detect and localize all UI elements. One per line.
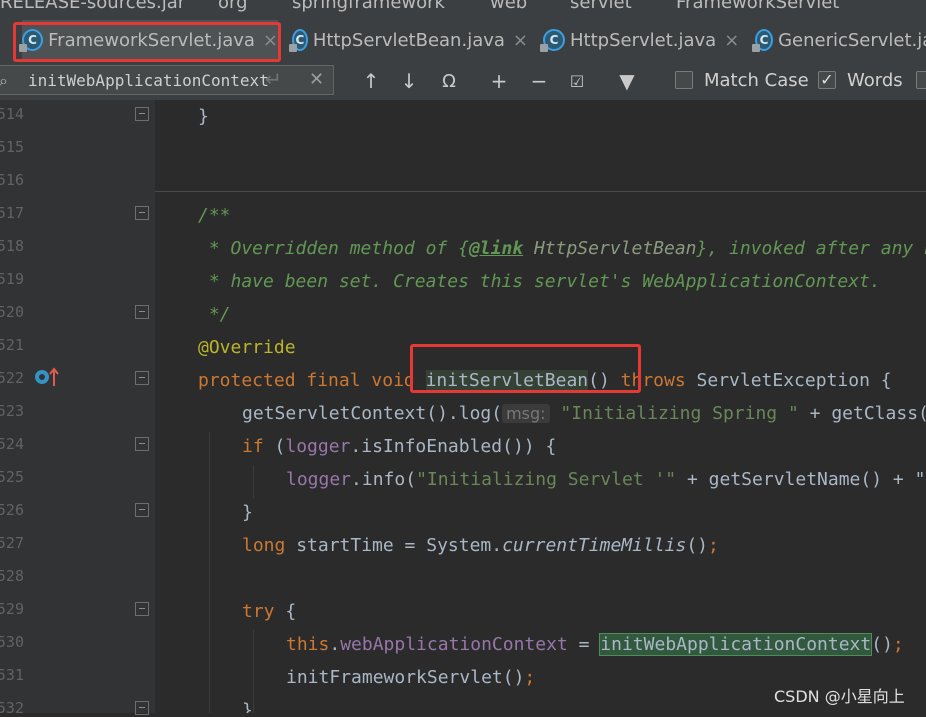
code-line: }: [242, 502, 253, 523]
line-number: 515: [0, 138, 24, 156]
breadcrumb-item[interactable]: org: [218, 0, 248, 13]
code-line: * Overridden method of {@link HttpServle…: [198, 238, 926, 259]
words-label[interactable]: Words: [847, 70, 903, 91]
line-number: 523: [0, 402, 24, 420]
code-line: * have been set. Creates this servlet's …: [198, 271, 881, 292]
tab-label: HttpServlet.java: [570, 29, 717, 51]
close-icon[interactable]: ×: [513, 30, 528, 51]
line-number: 528: [0, 567, 24, 585]
code-line: }: [198, 106, 209, 127]
add-occurrence-icon[interactable]: +: [484, 66, 514, 96]
line-number: 530: [0, 633, 24, 651]
words-checkbox[interactable]: ✓: [818, 71, 836, 89]
next-occurrence-icon[interactable]: ↓: [396, 66, 422, 96]
line-number: 514: [0, 105, 24, 123]
find-bar: ⌕ initWebApplicationContext ↵ ✕ ↑ ↓ Ω + …: [0, 62, 926, 101]
search-match[interactable]: initWebApplicationContext: [599, 633, 873, 656]
close-icon[interactable]: ×: [724, 30, 739, 51]
code-line: /**: [198, 205, 231, 226]
remove-occurrence-icon[interactable]: −: [524, 66, 554, 96]
match-case-label[interactable]: Match Case: [704, 70, 809, 91]
previous-occurrence-icon[interactable]: ↑: [358, 66, 384, 96]
code-line: */: [198, 304, 231, 325]
filter-icon[interactable]: ▼: [612, 66, 642, 96]
code-line: logger.info("Initializing Servlet '" + g…: [286, 469, 926, 490]
breadcrumb-item[interactable]: springframework: [292, 0, 445, 13]
tab-label: GenericServlet.java: [778, 29, 926, 51]
regex-checkbox[interactable]: [916, 71, 926, 89]
code-line: getServletContext().log(msg: "Initializi…: [242, 403, 926, 424]
fold-marker[interactable]: [135, 503, 149, 517]
match-case-checkbox[interactable]: [675, 71, 693, 89]
clear-icon[interactable]: ✕: [309, 69, 324, 90]
line-number: 526: [0, 501, 24, 519]
code-line: this.webApplicationContext = initWebAppl…: [286, 633, 904, 656]
parameter-hint: msg:: [502, 404, 550, 423]
line-number: 525: [0, 468, 24, 486]
enter-icon: ↵: [265, 67, 282, 91]
breadcrumb-item[interactable]: web: [490, 0, 527, 13]
method-separator: [155, 191, 926, 192]
overrides-method-icon[interactable]: [34, 366, 60, 388]
fold-marker[interactable]: [135, 206, 149, 220]
line-number: 531: [0, 666, 24, 684]
watermark: CSDN @小星向上: [774, 687, 905, 706]
line-number: 519: [0, 270, 24, 288]
tab-httpservletbean[interactable]: C HttpServletBean.java ×: [289, 20, 528, 60]
tab-httpservlet[interactable]: C HttpServlet.java ×: [540, 20, 743, 60]
line-number: 527: [0, 534, 24, 552]
fold-marker[interactable]: [135, 107, 149, 121]
search-icon[interactable]: ⌕: [0, 71, 8, 91]
breadcrumb-item[interactable]: servlet: [570, 0, 632, 13]
line-number: 520: [0, 303, 24, 321]
fold-marker[interactable]: [135, 305, 149, 319]
class-file-icon: C: [289, 29, 308, 52]
breadcrumb: RELEASE-sources.jar org springframework …: [0, 0, 926, 20]
line-number: 521: [0, 336, 24, 354]
tab-genericservlet[interactable]: C GenericServlet.java: [752, 20, 926, 60]
select-all-occurrences-icon[interactable]: Ω: [436, 66, 462, 96]
class-file-icon: C: [540, 29, 565, 52]
line-number: 518: [0, 237, 24, 255]
editor-gutter[interactable]: 514 515 516 517 518 519 520 521 522 523 …: [0, 100, 155, 717]
breadcrumb-jar[interactable]: RELEASE-sources.jar: [0, 0, 185, 13]
class-file-icon: C: [752, 29, 774, 52]
code-line: if (logger.isInfoEnabled()) {: [242, 436, 557, 457]
fold-marker[interactable]: [135, 602, 149, 616]
line-number: 524: [0, 435, 24, 453]
fold-marker[interactable]: [135, 437, 149, 451]
search-query: initWebApplicationContext: [28, 71, 269, 90]
fold-marker[interactable]: [135, 371, 149, 385]
code-line: long startTime = System.currentTimeMilli…: [242, 535, 719, 556]
select-all-matches-icon[interactable]: ☑: [562, 66, 592, 96]
highlight-box-method: [410, 344, 641, 393]
search-input[interactable]: ⌕ initWebApplicationContext ↵ ✕: [0, 65, 334, 95]
line-number: 532: [0, 699, 24, 717]
line-number: 517: [0, 204, 24, 222]
highlight-box-tab: [13, 22, 281, 62]
line-number: 522: [0, 369, 24, 387]
line-number: 516: [0, 171, 24, 189]
line-number: 529: [0, 600, 24, 618]
code-editor[interactable]: } /** * Overridden method of {@link Http…: [155, 100, 926, 713]
code-line: try {: [242, 601, 297, 622]
tab-label: HttpServletBean.java: [312, 29, 505, 51]
breadcrumb-item[interactable]: FrameworkServlet: [676, 0, 839, 13]
